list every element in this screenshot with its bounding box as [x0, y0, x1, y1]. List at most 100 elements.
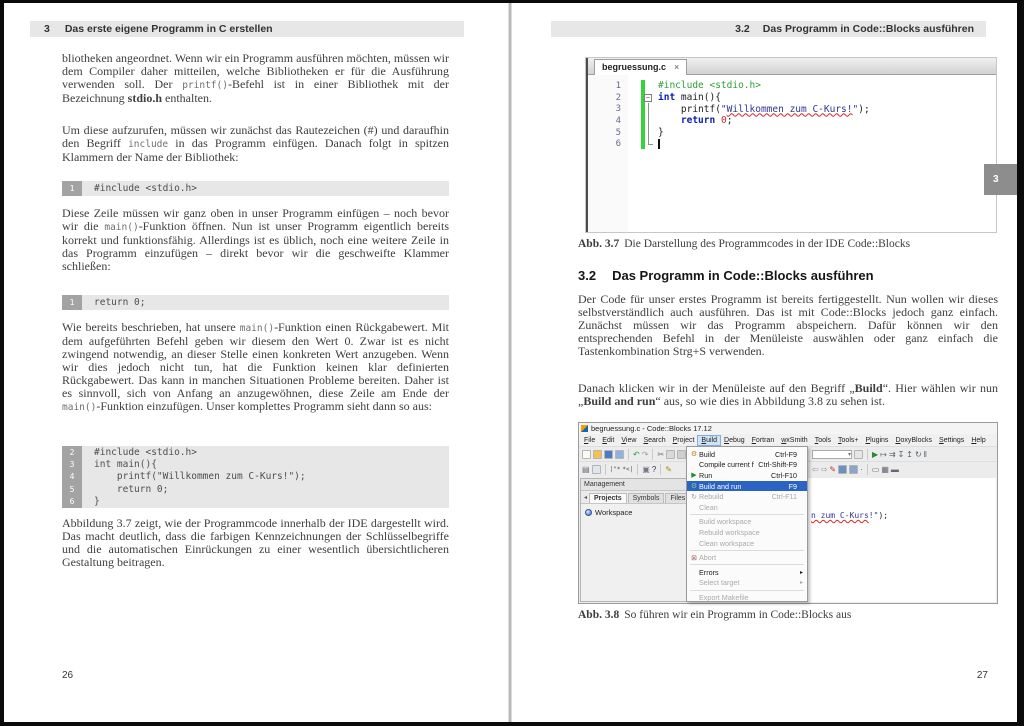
submenu-arrow-icon: ▸: [797, 579, 803, 586]
toolbar-group-nav: ⇦⇨✎·▭▦▬: [809, 462, 899, 477]
figure-caption: Abb. 3.7 Die Darstellung des Programmcode…: [578, 238, 998, 250]
toolbar-separator: [605, 464, 606, 475]
redo-icon: ↷: [642, 450, 649, 459]
menu-item: Compile current fileCtrl-Shift-F9: [687, 460, 807, 471]
caption-label: Abb. 3.7: [578, 238, 619, 250]
menu-bar: FileEditViewSearchProjectBuildDebugFortr…: [579, 434, 997, 446]
listing-line-number: 4: [62, 471, 82, 483]
select-icon: ▭: [872, 465, 880, 474]
pause-icon: ‖: [924, 450, 927, 459]
caption-text: Die Darstellung des Programmcodes in der…: [624, 238, 910, 250]
menubar-item-project: Project: [670, 436, 698, 445]
fold-marker: –: [621, 92, 658, 104]
block-icon: ▬: [891, 465, 899, 474]
menubar-item-wxsmith: wxSmith: [778, 436, 810, 445]
toolbar-separator: [867, 464, 868, 475]
paragraph: Diese Zeile müssen wir ganz oben in unse…: [62, 207, 449, 273]
listing-line-number: 6: [62, 496, 82, 508]
menubar-item-debug: Debug: [721, 436, 748, 445]
find-icon: |"*: [610, 466, 621, 473]
menubar-item-edit: Edit: [599, 436, 617, 445]
menu-item-label: Abort: [699, 553, 793, 562]
text-segment: stdio.h: [128, 91, 162, 105]
editor-code-line: 5}: [588, 127, 996, 139]
panel-tab-symbols: Symbols: [628, 493, 665, 503]
paragraph: Um diese aufzurufen, müssen wir zunächst…: [62, 124, 449, 164]
menubar-item-search: Search: [640, 436, 668, 445]
menu-item-label: Run: [699, 471, 767, 480]
menu-item: ▶RunCtrl-F10: [687, 470, 807, 481]
section-number: 3.2: [735, 23, 750, 35]
menu-item: ↻RebuildCtrl-F11: [687, 491, 807, 502]
codeblocks-logo-icon: [581, 425, 588, 432]
paragraph: Danach klicken wir in der Menüleiste auf…: [578, 382, 998, 408]
editor-code-line: 4 return 0;: [588, 115, 996, 127]
text-segment: Der Code für unser erstes Programm ist b…: [578, 292, 998, 358]
fold-marker: [621, 103, 658, 115]
menu-item: Select target▸: [687, 578, 807, 589]
step-into-icon: ⇉: [889, 450, 896, 459]
menu-item-shortcut: Ctrl-Shift-F9: [758, 460, 797, 469]
save-icon: [604, 450, 613, 459]
page-number-right: 27: [588, 670, 988, 681]
edit-icon: ✎: [665, 465, 672, 474]
build-menu-popup: ⚙Build Ctrl-F9Compile current fileCtrl-Sh…: [686, 446, 808, 602]
partial-code-line: n zum C-Kurs!");: [811, 511, 888, 520]
line-number: 6: [588, 139, 621, 149]
chapter-thumb-tab: 3: [984, 164, 1017, 195]
menu-item: Rebuild workspace: [687, 527, 807, 538]
code-text: [658, 139, 660, 150]
grid-icon: ▦: [881, 465, 889, 474]
code-listing: 2#include <stdio.h>3int main(){4 printf(…: [62, 446, 449, 508]
listing-line-number: 1: [62, 181, 82, 196]
editor-code-line: 3 printf("Willkommen zum C-Kurs!");: [588, 103, 996, 115]
panel-tab-projects: Projects: [589, 493, 627, 503]
text-segment: printf(): [182, 80, 228, 91]
menu-item: ⚙Build and runF9: [687, 481, 807, 492]
cut-icon: ✂: [657, 450, 664, 459]
goto-icon: [849, 465, 858, 474]
listing-line: 4 printf("Willkommen zum C-Kurs!");: [62, 471, 449, 483]
menu-item-label: Rebuild: [699, 492, 768, 501]
menu-item-label: Build: [699, 450, 771, 459]
chapter-title: Das erste eigene Programm in C erstellen: [65, 23, 273, 35]
code-lines: 1#include <stdio.h>2–int main(){3 printf…: [588, 80, 996, 150]
replace-icon: *<|: [622, 466, 633, 473]
code-text: #include <stdio.h>: [658, 80, 761, 91]
listing-code: int main(){: [82, 458, 157, 470]
listing-code: return 0;: [82, 483, 168, 495]
management-panel: Management × ◂ProjectsSymbolsFiles▸ Work…: [580, 478, 702, 602]
code-text: printf("Willkommen zum C-Kurs!");: [658, 104, 870, 115]
build-target-combo: ▾: [812, 450, 852, 459]
back-icon: ⇦: [812, 465, 819, 474]
menu-item-label: Errors: [699, 568, 793, 577]
listing-line: 6}: [62, 496, 449, 508]
caption-text: So führen wir ein Programm in Code::Bloc…: [624, 609, 851, 621]
menu-item-shortcut: Ctrl-F9: [775, 450, 797, 459]
text-segment: Build: [855, 381, 883, 395]
menu-item-icon: ⚙: [689, 450, 699, 458]
menu-separator: [690, 564, 804, 565]
line-number: 4: [588, 116, 621, 126]
menu-item: Export Makefile: [687, 592, 807, 603]
listing-line: 1#include <stdio.h>: [62, 181, 449, 196]
listing-code: }: [82, 496, 100, 508]
menu-item: ⊠Abort: [687, 552, 807, 563]
editor-tab-bar: begruessung.c×: [588, 58, 996, 75]
menu-item-label: Rebuild workspace: [699, 528, 793, 537]
listing-code: return 0;: [82, 295, 145, 310]
menubar-item-plugins: Plugins: [862, 436, 891, 445]
save-all-icon: [615, 450, 624, 459]
caption-label: Abb. 3.8: [578, 609, 619, 621]
running-header-left: 3Das erste eigene Programm in C erstelle…: [30, 21, 464, 37]
menu-item-label: Build workspace: [699, 517, 793, 526]
text-segment: enthalten.: [162, 91, 212, 105]
menu-item: Clean workspace: [687, 538, 807, 549]
fold-marker: [621, 80, 658, 92]
menu-item-icon: ↻: [689, 493, 699, 501]
forward-icon: ⇨: [821, 465, 828, 474]
menu-item: Build workspace: [687, 517, 807, 528]
target-icon: [854, 450, 863, 459]
menu-item-shortcut: F9: [789, 482, 797, 491]
dot-icon: ·: [860, 465, 863, 474]
